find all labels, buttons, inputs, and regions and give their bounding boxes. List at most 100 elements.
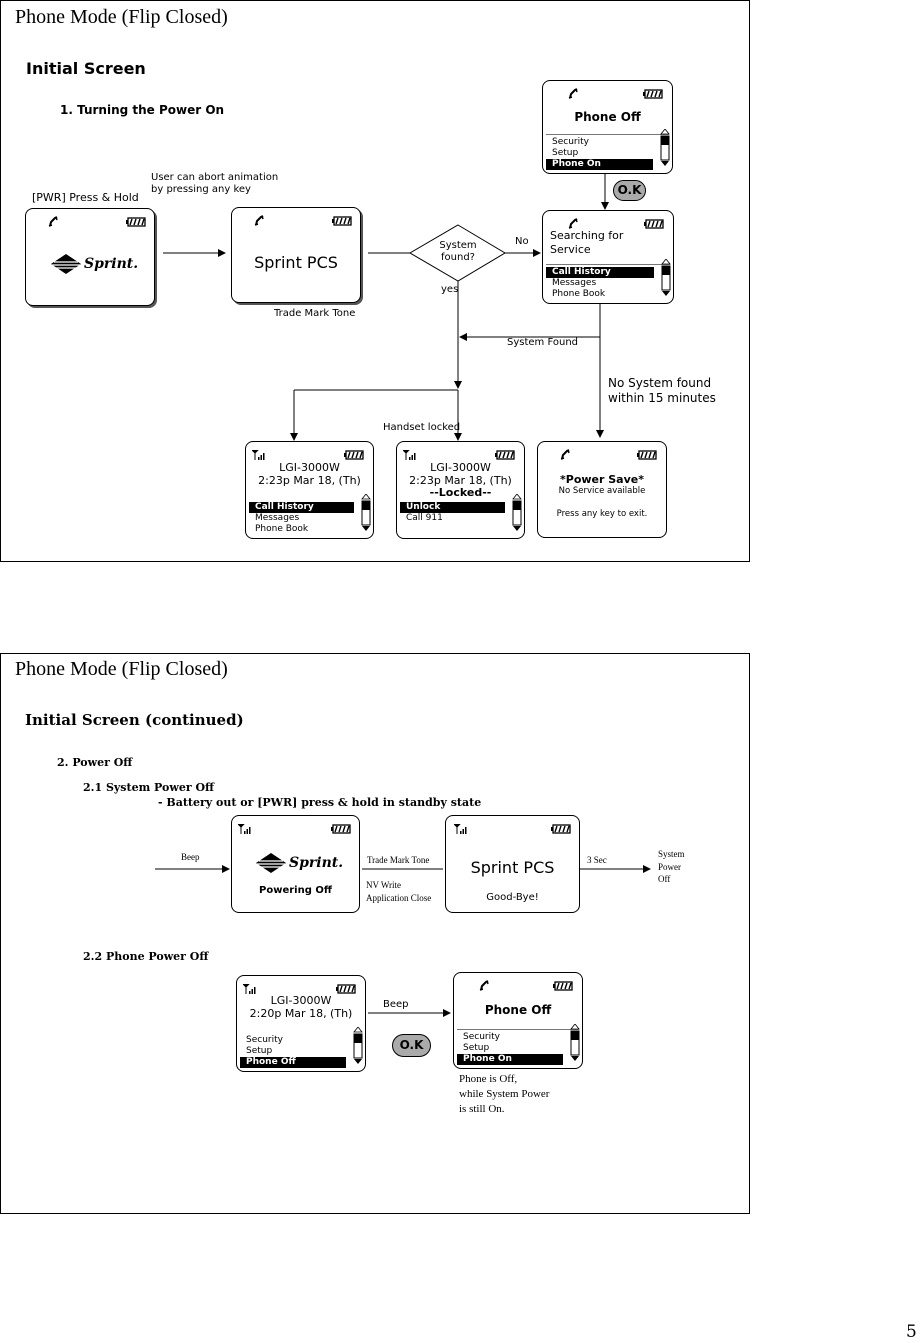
menu-item-unlock[interactable]: Unlock [400, 502, 505, 513]
screen-sprint-logo: Sprint. [25, 208, 155, 306]
phone-icon [48, 212, 58, 231]
panel1-section: 1. Turning the Power On [60, 103, 225, 117]
power-save-sub: No Service available [558, 486, 646, 496]
page: Phone Mode (Flip Closed) Initial Screen … [0, 0, 920, 1343]
menu-item-setup[interactable]: Setup [546, 148, 653, 159]
menu-item-call-911[interactable]: Call 911 [400, 513, 505, 524]
no-label: No [515, 236, 529, 247]
menu-item-setup[interactable]: Setup [457, 1043, 563, 1054]
menu-list: Security Setup Phone Off [240, 1035, 362, 1068]
menu-item-call-history[interactable]: Call History [249, 502, 354, 513]
menu-item-phone-book[interactable]: Phone Book [249, 524, 354, 535]
signal-icon [452, 819, 467, 838]
model-name: LGI-3000W [279, 461, 340, 474]
battery-icon [332, 211, 352, 230]
system-found-label: System Found [507, 337, 579, 348]
scrollbar[interactable] [570, 1023, 580, 1066]
searching-line-1: Searching for [550, 229, 624, 242]
menu-list: Security Setup Phone On [457, 1029, 579, 1065]
sprint-logo: Sprint. [256, 852, 343, 873]
scrollbar[interactable] [361, 493, 371, 536]
three-sec-label: 3 Sec [587, 855, 607, 865]
panel2-heading: Initial Screen (continued) [25, 711, 244, 729]
screen-good-bye: Sprint PCS Good-Bye! [445, 815, 580, 913]
menu-list: Call History Messages Phone Book [249, 502, 370, 535]
menu-item-security[interactable]: Security [546, 137, 653, 148]
screen-phone-off-2: Phone Off Security Setup Phone On [453, 972, 583, 1069]
nv-write-1: NV Write [366, 880, 402, 890]
screen-phone-off: Phone Off Security Setup Phone On [542, 80, 673, 174]
battery-icon [644, 214, 664, 233]
locked-label: --Locked-- [429, 486, 492, 499]
phone-icon [560, 445, 570, 464]
phone-off-title: Phone Off [484, 1003, 552, 1017]
ok-button-2[interactable]: O.K [392, 1034, 431, 1057]
menu-item-security[interactable]: Security [457, 1032, 563, 1043]
abort-note-2: by pressing any key [151, 184, 251, 195]
battery-icon [553, 976, 573, 995]
scrollbar[interactable] [661, 258, 671, 301]
battery-icon [331, 819, 351, 838]
scrollbar[interactable] [512, 493, 522, 536]
power-save-hint: Press any key to exit. [556, 509, 648, 519]
note-3: is still On. [459, 1103, 505, 1115]
menu-item-phone-on[interactable]: Phone On [457, 1054, 563, 1065]
screen-idle: LGI-3000W 2:23p Mar 18, (Th) Call Histor… [245, 441, 374, 539]
power-save-title: *Power Save* [560, 473, 644, 486]
no-system-label-1: No System found [608, 376, 712, 390]
decision-label-1: System [439, 240, 477, 251]
menu-item-messages[interactable]: Messages [546, 278, 654, 289]
no-system-label-2: within 15 minutes [608, 391, 716, 405]
note-2: while System Power [459, 1088, 550, 1100]
date-time: 2:20p Mar 18, (Th) [249, 1007, 353, 1020]
screen-sprint-pcs: Sprint PCS [231, 207, 361, 303]
battery-icon [643, 84, 663, 103]
note-1: Phone is Off, [459, 1073, 518, 1085]
scrollbar[interactable] [660, 128, 670, 171]
sub1-note: - Battery out or [PWR] press & hold in s… [158, 796, 482, 809]
sprint-logo: Sprint. [51, 253, 138, 274]
panel1-title: Phone Mode (Flip Closed) [15, 6, 228, 28]
page-number: 5 [906, 1322, 917, 1342]
date-time: 2:23p Mar 18, (Th) [258, 474, 361, 487]
menu-list: Call History Messages Phone Book [546, 264, 670, 300]
yes-label: yes [441, 284, 459, 295]
phone-off-title: Phone Off [574, 110, 641, 124]
menu-item-call-history[interactable]: Call History [546, 267, 654, 278]
decision-label-2: found? [441, 252, 475, 263]
sprint-pcs-text: Sprint PCS [254, 253, 338, 272]
system-power-off-3: Off [658, 874, 671, 884]
trade-mark-tone: Trade Mark Tone [274, 308, 356, 319]
phone-icon [254, 211, 264, 230]
model-name: LGI-3000W [430, 461, 491, 474]
phone-icon [479, 976, 489, 995]
menu-item-setup[interactable]: Setup [240, 1046, 346, 1057]
panel-power-off [0, 653, 750, 1214]
menu-item-phone-book[interactable]: Phone Book [546, 289, 654, 300]
sprint-pcs-text: Sprint PCS [470, 858, 555, 877]
panel2-title: Phone Mode (Flip Closed) [15, 658, 228, 680]
sub1-title: 2.1 System Power Off [83, 781, 215, 794]
screen-locked: LGI-3000W 2:23p Mar 18, (Th) --Locked-- … [396, 441, 525, 539]
screen-power-save: *Power Save* No Service available Press … [537, 441, 667, 538]
model-name: LGI-3000W [270, 994, 332, 1007]
menu-item-phone-off[interactable]: Phone Off [240, 1057, 346, 1068]
menu-item-phone-on[interactable]: Phone On [546, 159, 653, 170]
ok-button[interactable]: O.K [613, 180, 646, 201]
panel1-heading: Initial Screen [26, 59, 146, 78]
menu-item-security[interactable]: Security [240, 1035, 346, 1046]
handset-locked-label: Handset locked [383, 422, 461, 433]
menu-item-messages[interactable]: Messages [249, 513, 354, 524]
scrollbar[interactable] [353, 1026, 363, 1069]
beep2-label: Beep [383, 999, 409, 1010]
screen-powering-off: Sprint. Powering Off [231, 815, 360, 913]
trade-mark-tone-2: Trade Mark Tone [367, 855, 430, 865]
battery-icon [126, 212, 146, 231]
beep-label: Beep [181, 852, 200, 862]
signal-icon [236, 819, 251, 838]
menu-list: Unlock Call 911 [400, 502, 521, 524]
screen-idle-2: LGI-3000W 2:20p Mar 18, (Th) Security Se… [236, 975, 366, 1072]
powering-off-text: Powering Off [259, 885, 332, 896]
panel2-section: 2. Power Off [57, 756, 133, 769]
abort-note-1: User can abort animation [151, 172, 279, 183]
